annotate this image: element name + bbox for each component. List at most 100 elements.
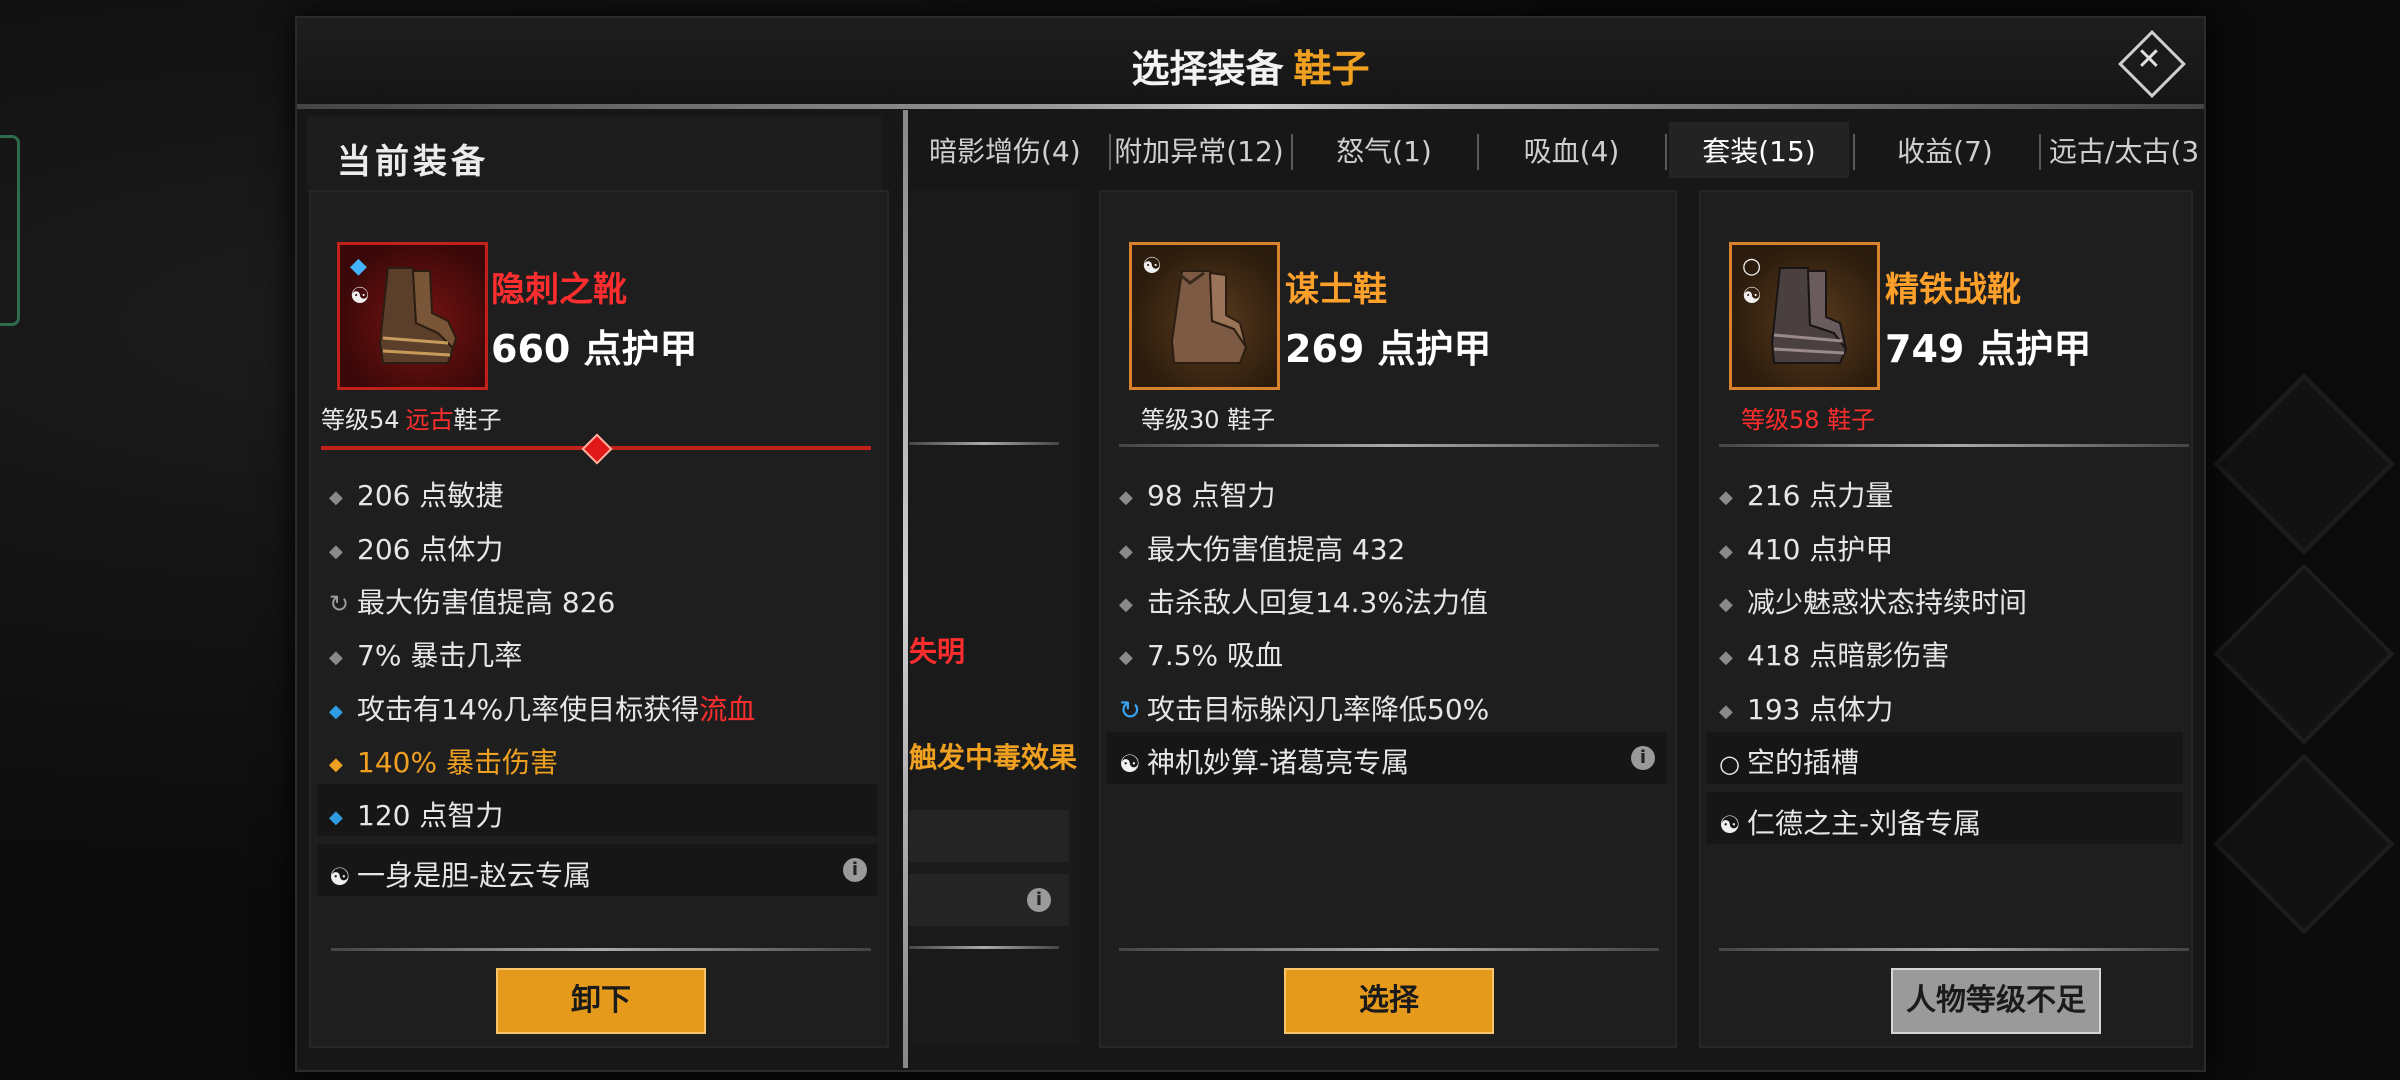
item-name: 隐刺之靴 — [491, 270, 627, 310]
yin-yang-icon: ☯ — [329, 863, 351, 891]
level-insufficient-button[interactable]: 人物等级不足 — [1891, 968, 2101, 1034]
tab-label: 收益(7) — [1897, 135, 1993, 168]
stat-text: 7% 暴击几率 — [357, 639, 523, 672]
background-side-frame — [0, 135, 20, 326]
stat-highlight: 流血 — [699, 693, 756, 726]
tab-label: 暗影增伤(4) — [929, 135, 1081, 168]
stat-line: ◆ 7% 暴击几率 — [329, 634, 522, 674]
card-divider — [909, 442, 1059, 445]
tab-separator — [1665, 134, 1667, 170]
boots-icon — [1770, 267, 1848, 364]
card-divider — [1719, 444, 2189, 447]
tab-extra-status[interactable]: 附加异常(12) — [1109, 130, 1289, 170]
card-divider — [909, 946, 1059, 949]
current-equipment-title: 当前装备 — [337, 142, 489, 182]
stat-text: 空的插槽 — [1747, 746, 1860, 779]
boots-icon — [1170, 270, 1248, 364]
stat-line: ○ 空的插槽 — [1719, 741, 1859, 781]
stat-line: ◆ 减少魅惑状态持续时间 — [1719, 581, 2027, 621]
stat-text: 击杀敌人回复14.3%法力值 — [1147, 586, 1488, 619]
yin-yang-icon: ☯ — [1742, 284, 1762, 309]
info-icon[interactable]: i — [843, 858, 867, 882]
modal-title: 选择装备 鞋子 — [297, 38, 2204, 93]
stat-line: ◆ 最大伤害值提高 432 — [1119, 528, 1405, 568]
stat-line: ◆ 7.5% 吸血 — [1119, 634, 1283, 674]
item-card[interactable]: ☯ 谋士鞋 269 点护甲 等级30 鞋子 ◆ 98 点智力 ◆ 最大伤害值提高 4… — [1099, 190, 1677, 1048]
bullet-icon: ◆ — [329, 540, 343, 562]
card-divider — [1119, 948, 1659, 951]
item-level-insufficient: 等级58 鞋子 — [1741, 406, 1876, 434]
modal-title-text: 选择装备 — [1131, 47, 1284, 91]
bullet-icon: ◆ — [1719, 540, 1733, 562]
select-button-label: 选择 — [1359, 983, 1419, 1018]
item-icon-boots[interactable]: ○ ☯ — [1729, 242, 1880, 390]
tab-income[interactable]: 收益(7) — [1855, 130, 2035, 170]
bullet-icon: ◆ — [1119, 486, 1133, 508]
card-divider — [1719, 948, 2189, 951]
tab-shadow-damage[interactable]: 暗影增伤(4) — [929, 130, 1081, 170]
info-icon[interactable]: i — [1027, 888, 1051, 912]
card-divider — [1119, 444, 1659, 447]
bullet-icon: ◆ — [1719, 700, 1733, 722]
stat-line: ☯ 仁德之主-刘备专属 — [1719, 802, 1981, 842]
item-icon-boots-legendary[interactable]: ◆ ☯ — [337, 242, 488, 390]
current-equipment-header: 当前装备 — [307, 116, 882, 192]
stat-text: 216 点力量 — [1747, 479, 1894, 512]
partial-stat-text: 失明 — [909, 635, 966, 668]
header-divider — [297, 104, 2204, 109]
bullet-orange-icon: ◆ — [329, 753, 343, 775]
stat-text: 418 点暗影伤害 — [1747, 639, 1950, 672]
stat-line: ☯ 神机妙算-诸葛亮专属 — [1119, 741, 1409, 781]
stat-line: ↻ 攻击目标躲闪几率降低50% — [1119, 688, 1489, 728]
bullet-icon: ◆ — [329, 646, 343, 668]
tab-label: 远古/太古(3 — [2049, 135, 2200, 168]
stat-line: ◆ 216 点力量 — [1719, 474, 1893, 514]
tab-label: 怒气(1) — [1336, 135, 1432, 168]
item-armor: 660 点护甲 — [491, 327, 698, 371]
card-divider — [331, 948, 871, 951]
item-rarity: 远古 — [405, 406, 454, 434]
item-name: 精铁战靴 — [1885, 270, 2021, 310]
bullet-icon: ◆ — [1719, 593, 1733, 615]
stat-text: 206 点体力 — [357, 533, 504, 566]
partial-stat-text: 触发中毒效果 — [909, 741, 1078, 774]
tab-label: 附加异常(12) — [1114, 135, 1284, 168]
stat-line: ◆ 击杀敌人回复14.3%法力值 — [1119, 581, 1488, 621]
stat-text: 神机妙算-诸葛亮专属 — [1147, 746, 1410, 779]
stat-text: 最大伤害值提高 826 — [357, 586, 616, 619]
stat-text: 193 点体力 — [1747, 693, 1894, 726]
yin-yang-icon: ☯ — [1719, 811, 1741, 839]
tab-rage[interactable]: 怒气(1) — [1294, 130, 1474, 170]
stat-line: ◆ 140% 暴击伤害 — [329, 741, 558, 781]
close-button[interactable]: ✕ — [2118, 30, 2186, 98]
yin-yang-icon: ☯ — [1119, 750, 1141, 778]
stat-text: 206 点敏捷 — [357, 479, 504, 512]
stat-text: 最大伤害值提高 432 — [1147, 533, 1406, 566]
select-button[interactable]: 选择 — [1284, 968, 1494, 1034]
unequip-button-label: 卸下 — [571, 983, 631, 1018]
yin-yang-icon: ☯ — [350, 284, 370, 309]
gem-icon: ◆ — [350, 254, 367, 279]
item-name: 谋士鞋 — [1285, 270, 1387, 310]
stat-line: ◆ 193 点体力 — [1719, 688, 1893, 728]
tab-ancient[interactable]: 远古/太古(3 — [2049, 130, 2199, 170]
item-card[interactable]: ○ ☯ 精铁战靴 749 点护甲 等级58 鞋子 ◆ 216 点力量 ◆ 410 点… — [1699, 190, 2193, 1048]
tab-set[interactable]: 套装(15) — [1669, 130, 1849, 170]
bullet-icon: ◆ — [1119, 593, 1133, 615]
unequip-button[interactable]: 卸下 — [496, 968, 706, 1034]
item-level: 等级30 鞋子 — [1141, 406, 1276, 434]
stat-line: ◆ 120 点智力 — [329, 794, 503, 834]
info-icon[interactable]: i — [1631, 746, 1655, 770]
tab-lifesteal[interactable]: 吸血(4) — [1479, 130, 1664, 170]
filter-tabs: 暗影增伤(4) 附加异常(12) 怒气(1) 吸血(4) 套装(15) 收益(7… — [909, 120, 2400, 182]
tab-separator — [2039, 134, 2041, 170]
rarity-diamond-icon — [581, 433, 613, 465]
item-icon-boots[interactable]: ☯ — [1129, 242, 1280, 390]
stat-line: ↻ 最大伤害值提高 826 — [329, 581, 615, 621]
stat-text: 一身是胆-赵云专属 — [357, 859, 592, 892]
modal-header: 选择装备 鞋子 ✕ — [297, 18, 2204, 104]
empty-socket-icon: ○ — [1719, 750, 1740, 778]
boots-icon — [378, 267, 458, 364]
stat-text: 140% 暴击伤害 — [357, 746, 558, 779]
modal-title-slot: 鞋子 — [1293, 47, 1370, 91]
